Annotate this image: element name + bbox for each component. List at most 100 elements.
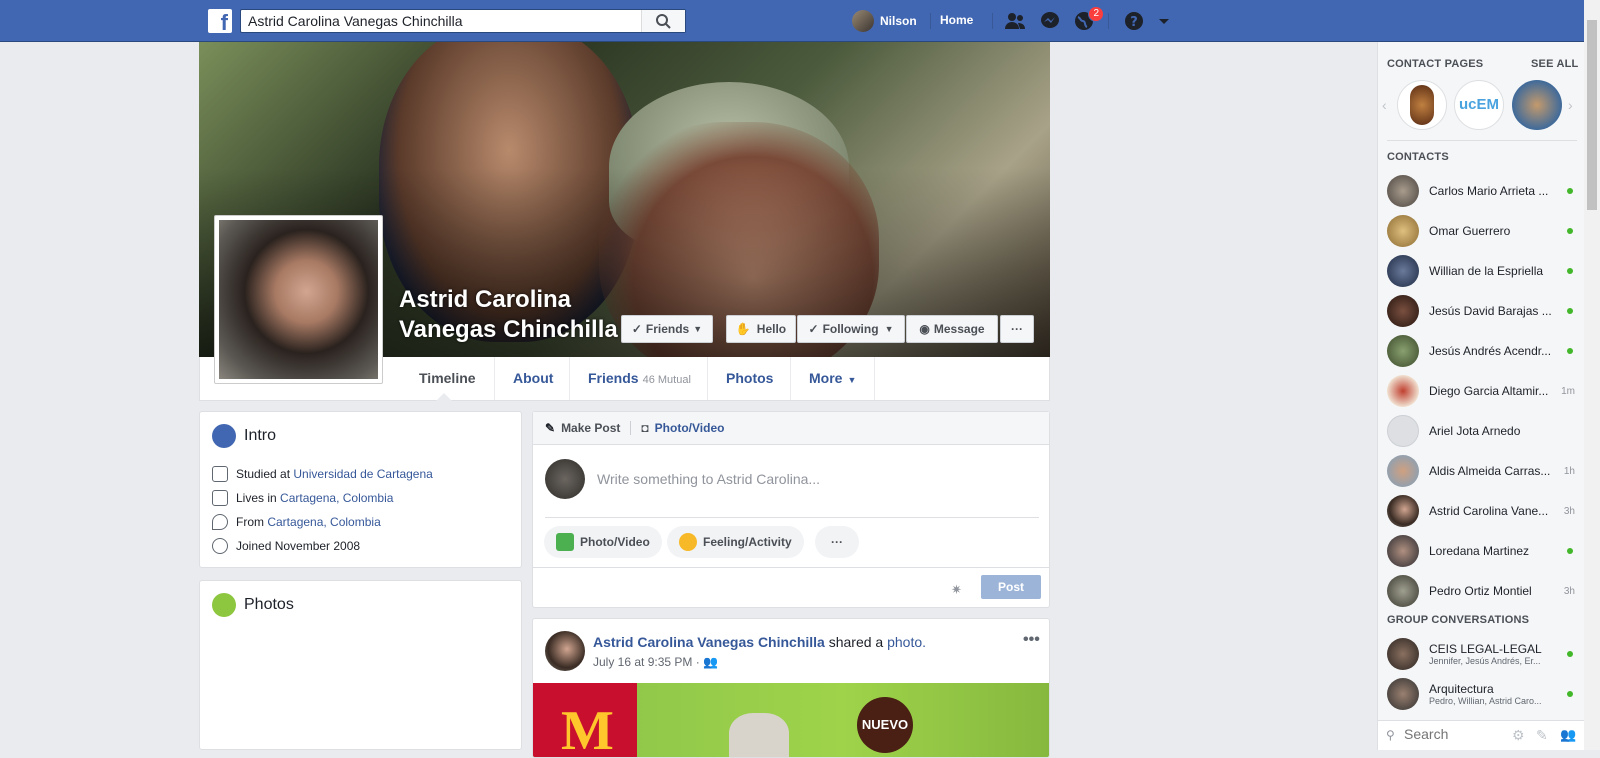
avatar [1387,255,1419,287]
avatar [1387,638,1419,670]
contact-page-avatar[interactable] [1397,80,1447,130]
graduation-cap-icon [212,466,228,482]
photo-video-tab[interactable]: Photo/Video [655,421,725,435]
avatar[interactable] [545,631,585,671]
feeling-activity-label: Feeling/Activity [703,535,792,549]
tab-photos-label: Photos [726,370,774,386]
photos-title-text[interactable]: Photos [244,596,294,614]
nav-profile-link[interactable]: Nilson [852,10,917,32]
chevron-right-icon[interactable]: › [1568,97,1573,113]
city-link[interactable]: Cartagena, Colombia [280,491,393,505]
contact-item[interactable]: Jesús Andrés Acendr... [1387,333,1577,369]
gear-icon[interactable]: ✷ [951,582,962,598]
photo-video-button[interactable]: Photo/Video [544,526,662,558]
contact-item[interactable]: Carlos Mario Arrieta ... [1387,173,1577,209]
composer-divider [545,517,1039,518]
hello-button[interactable]: ✋ Hello [726,315,796,343]
sidebar-divider [1387,140,1577,141]
search-button[interactable] [641,10,685,32]
caret-down-icon: ▼ [693,324,703,334]
contact-item[interactable]: Willian de la Espriella [1387,253,1577,289]
home-link[interactable]: Home [940,13,973,27]
mutual-friends-count: 46 Mutual [642,374,691,386]
make-post-tab[interactable]: Make Post [561,421,620,435]
post-options-icon[interactable]: ••• [1023,631,1040,649]
tab-more[interactable]: More ▼ [790,357,876,400]
search-input[interactable] [241,10,631,32]
hometown-link[interactable]: Cartagena, Colombia [267,515,380,529]
search-box[interactable] [240,9,686,33]
post-timestamp[interactable]: July 16 at 9:35 PM · [593,655,700,669]
contact-pages-heading: CONTACT PAGES [1387,58,1484,70]
messenger-icon[interactable] [1038,10,1062,32]
help-icon[interactable]: ? [1122,10,1146,32]
group-name: CEIS LEGAL-LEGAL [1429,642,1542,656]
notifications-globe-icon[interactable]: 2 [1072,6,1104,32]
avatar [1387,215,1419,247]
last-active-time: 1h [1563,465,1575,477]
composer-input[interactable]: Write something to Astrid Carolina... [597,471,1027,487]
contact-page-avatar[interactable]: ucEM [1454,80,1504,130]
profile-name[interactable]: Astrid Carolina Vanegas Chinchilla [399,285,639,345]
avatar [1387,375,1419,407]
feeling-activity-button[interactable]: Feeling/Activity [667,526,804,558]
avatar [1387,335,1419,367]
composer-more-button[interactable]: ··· [815,526,859,558]
friend-requests-icon[interactable] [1003,10,1027,32]
intro-from: From Cartagena, Colombia [212,510,509,534]
chevron-left-icon[interactable]: ‹ [1382,97,1387,113]
group-conversation-item[interactable]: Arquitectura Pedro, Willian, Astrid Caro… [1387,676,1577,712]
contact-item[interactable]: Astrid Carolina Vane... 3h [1387,493,1577,529]
tab-friends[interactable]: Friends 46 Mutual [569,357,709,400]
composer-more-label: ··· [831,535,843,549]
contact-item[interactable]: Jesús David Barajas ... [1387,293,1577,329]
notification-badge: 2 [1088,6,1104,22]
intro-card: Intro Studied at Universidad de Cartagen… [199,411,522,568]
contact-name: Diego Garcia Altamir... [1429,384,1549,398]
group-add-icon[interactable]: 👥 [1560,727,1576,743]
profile-picture[interactable] [214,215,383,384]
account-dropdown-icon[interactable] [1152,10,1176,32]
page-scrollbar[interactable] [1584,0,1600,750]
contact-name: Loredana Martinez [1429,544,1530,558]
nav-user-name: Nilson [880,14,917,28]
contact-item[interactable]: Pedro Ortiz Montiel 3h [1387,573,1577,609]
check-icon: ✓ [808,322,819,336]
more-options-button[interactable]: ··· [1000,315,1034,343]
gear-icon[interactable]: ⚙ [1512,727,1525,744]
compose-icon[interactable]: ✎ [1536,727,1548,744]
contact-name: Omar Guerrero [1429,224,1511,238]
post-meta: July 16 at 9:35 PM · 👥 [593,655,718,669]
post-photo-link[interactable]: photo. [887,634,926,650]
message-button[interactable]: ◉ Message [906,315,998,343]
contact-item[interactable]: Omar Guerrero [1387,213,1577,249]
tab-photos[interactable]: Photos [707,357,791,400]
school-link[interactable]: Universidad de Cartagena [293,467,432,481]
contact-name: Pedro Ortiz Montiel [1429,584,1532,598]
tab-about[interactable]: About [494,357,571,400]
group-members: Pedro, Willian, Astrid Caro... [1429,696,1542,706]
contact-item[interactable]: Diego Garcia Altamir... 1m [1387,373,1577,409]
scrollbar-thumb[interactable] [1587,20,1597,210]
contact-name: Carlos Mario Arrieta ... [1429,184,1549,198]
see-all-link[interactable]: SEE ALL [1531,58,1578,70]
post-author-link[interactable]: Astrid Carolina Vanegas Chinchilla [593,634,825,650]
post-image[interactable]: M NUEVO [533,683,1049,757]
page-logo-image [1410,85,1434,125]
home-icon [212,490,228,506]
following-button[interactable]: ✓ Following ▼ [797,315,905,343]
contact-name: Jesús Andrés Acendr... [1429,344,1552,358]
friends-audience-icon[interactable]: 👥 [703,655,718,669]
last-active-time: 3h [1563,585,1575,597]
contact-item[interactable]: Loredana Martinez [1387,533,1577,569]
contact-page-avatar[interactable] [1512,80,1562,130]
contact-item[interactable]: Aldis Almeida Carras... 1h [1387,453,1577,489]
facebook-logo-icon[interactable]: f [208,9,232,33]
post-button[interactable]: Post [981,575,1041,599]
group-conversation-item[interactable]: CEIS LEGAL-LEGAL Jennifer, Jesús Andrés,… [1387,636,1577,672]
avatar [1387,415,1419,447]
svg-text:?: ? [1130,15,1138,30]
friends-button[interactable]: ✓ Friends ▼ [621,315,713,343]
chat-search-input[interactable] [1404,726,1504,742]
contact-item[interactable]: Ariel Jota Arnedo [1387,413,1577,449]
